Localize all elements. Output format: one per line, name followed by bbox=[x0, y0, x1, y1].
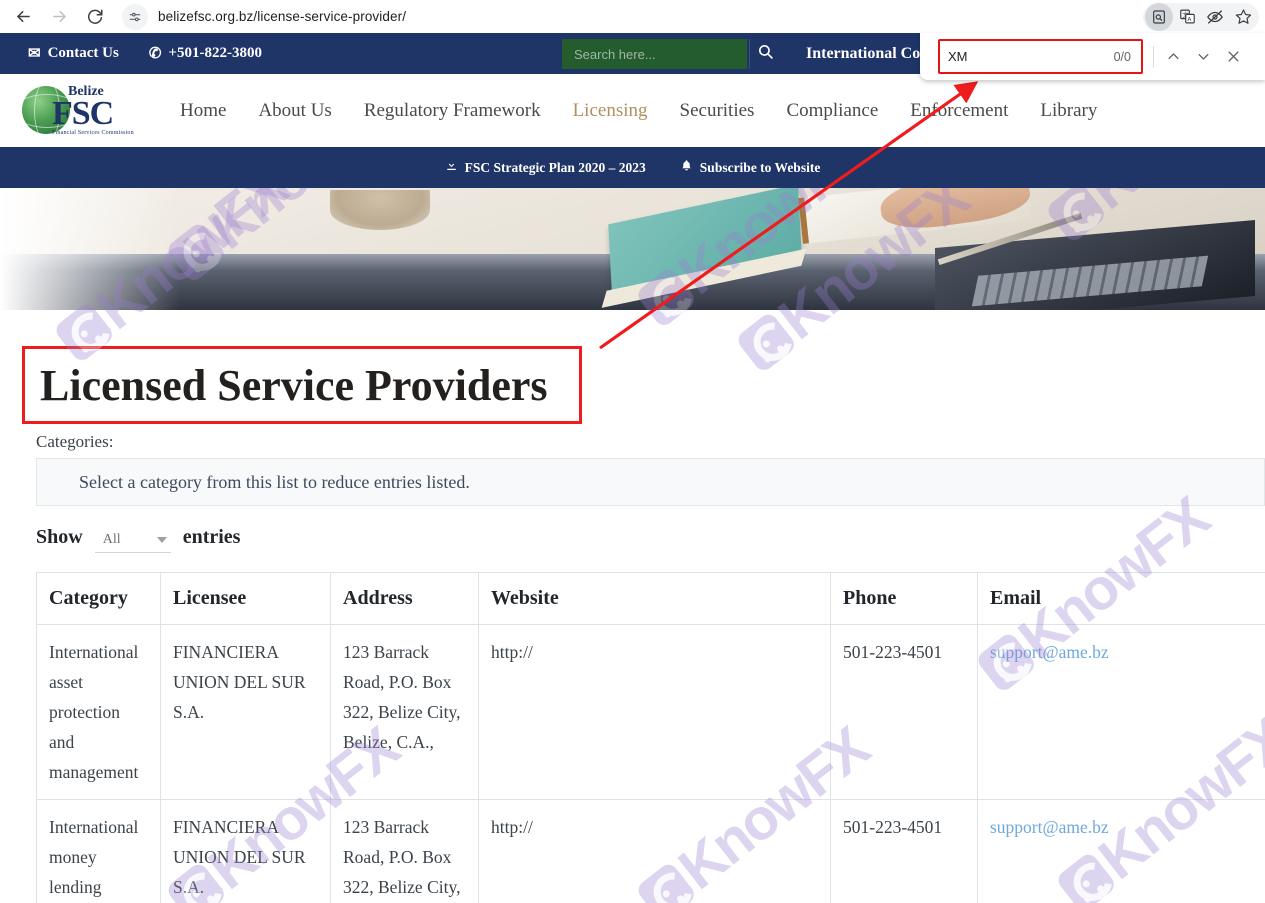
sub-navigation: FSC Strategic Plan 2020 – 2023 Subscribe… bbox=[0, 147, 1265, 188]
site-search-button[interactable] bbox=[749, 39, 780, 69]
hero-image bbox=[0, 188, 1265, 310]
contact-us-link[interactable]: ✉ Contact Us bbox=[28, 44, 119, 63]
page-length-value: All bbox=[102, 532, 121, 547]
chevron-down-icon bbox=[156, 537, 167, 543]
find-in-page-icon[interactable] bbox=[1145, 2, 1173, 31]
table-row: International asset protection and manag… bbox=[36, 624, 1265, 800]
phone-label: +501-822-3800 bbox=[168, 45, 262, 61]
cell-email: support@ame.bz bbox=[977, 799, 1265, 903]
table-header-row: Category Licensee Address Website Phone … bbox=[36, 572, 1265, 625]
nav-item-library[interactable]: Library bbox=[1040, 100, 1097, 122]
page-title: Licensed Service Providers bbox=[40, 360, 548, 410]
cell-website: http:// bbox=[478, 624, 831, 800]
url-text: belizefsc.org.bz/license-service-provide… bbox=[158, 9, 407, 24]
find-divider bbox=[1153, 45, 1154, 68]
email-link[interactable]: support@ame.bz bbox=[990, 642, 1109, 662]
cell-phone: 501-223-4501 bbox=[830, 624, 978, 800]
nav-item-enforcement[interactable]: Enforcement bbox=[910, 100, 1008, 122]
cell-address: 123 Barrack Road, P.O. Box 322, Belize C… bbox=[330, 624, 479, 800]
find-input[interactable] bbox=[948, 49, 1088, 64]
bookmark-star-icon[interactable] bbox=[1229, 3, 1257, 31]
address-bar[interactable]: belizefsc.org.bz/license-service-provide… bbox=[122, 3, 1143, 30]
category-select[interactable]: Select a category from this list to redu… bbox=[36, 458, 1265, 506]
find-next-icon[interactable] bbox=[1188, 42, 1218, 72]
download-icon bbox=[445, 159, 458, 176]
subnav-item-strategic-plan[interactable]: FSC Strategic Plan 2020 – 2023 bbox=[445, 159, 646, 176]
find-previous-icon[interactable] bbox=[1158, 42, 1188, 72]
column-header-licensee[interactable]: Licensee bbox=[160, 572, 331, 625]
column-header-category[interactable]: Category bbox=[36, 572, 161, 625]
column-header-email[interactable]: Email bbox=[977, 572, 1265, 625]
column-header-phone[interactable]: Phone bbox=[830, 572, 978, 625]
cell-category: International money lending business bbox=[36, 799, 161, 903]
browser-window: belizefsc.org.bz/license-service-provide… bbox=[0, 0, 1265, 903]
table-body: International asset protection and manag… bbox=[36, 624, 1265, 903]
nav-item-compliance[interactable]: Compliance bbox=[786, 100, 878, 122]
logo-fsc-text: FSC bbox=[52, 94, 114, 132]
column-header-website[interactable]: Website bbox=[478, 572, 831, 625]
page-title-highlight-box: Licensed Service Providers bbox=[22, 346, 582, 424]
nav-item-list: Home About Us Regulatory Framework Licen… bbox=[180, 100, 1129, 122]
toolbar-icon-group: 文 A bbox=[1143, 2, 1259, 31]
cell-address: 123 Barrack Road, P.O. Box 322, Belize C… bbox=[330, 799, 479, 903]
nav-item-licensing[interactable]: Licensing bbox=[573, 100, 648, 122]
providers-table: Category Licensee Address Website Phone … bbox=[36, 572, 1265, 903]
table-header: Category Licensee Address Website Phone … bbox=[36, 572, 1265, 625]
cell-email: support@ame.bz bbox=[977, 624, 1265, 800]
close-icon[interactable] bbox=[1218, 42, 1248, 72]
phone-icon: ✆ bbox=[148, 46, 162, 62]
contact-us-label: Contact Us bbox=[47, 45, 119, 61]
international-co-link[interactable]: International Co bbox=[806, 33, 920, 74]
bell-icon bbox=[680, 159, 693, 176]
find-input-highlight: 0/0 bbox=[938, 39, 1143, 74]
category-select-placeholder: Select a category from this list to redu… bbox=[79, 471, 470, 492]
hero-banner bbox=[0, 188, 1265, 310]
subnav-label-strategic-plan: FSC Strategic Plan 2020 – 2023 bbox=[464, 159, 646, 175]
cell-licensee: FINANCIERA UNION DEL SUR S.A. bbox=[160, 799, 331, 903]
search-icon bbox=[757, 43, 774, 65]
svg-text:A: A bbox=[1187, 17, 1191, 23]
eye-slash-icon[interactable] bbox=[1201, 3, 1229, 31]
envelope-icon: ✉ bbox=[28, 46, 41, 62]
page-length-select[interactable]: All bbox=[94, 529, 171, 553]
phone-link[interactable]: ✆ +501-822-3800 bbox=[149, 44, 262, 63]
site-settings-icon[interactable] bbox=[122, 3, 148, 30]
fsc-logo[interactable]: Belize FSC Financial Services Commission bbox=[22, 82, 152, 140]
nav-item-securities[interactable]: Securities bbox=[680, 100, 755, 122]
providers-table-wrapper: Category Licensee Address Website Phone … bbox=[36, 572, 1265, 903]
translate-icon[interactable]: 文 A bbox=[1173, 3, 1201, 31]
show-label: Show bbox=[36, 526, 83, 548]
show-entries-control: Show All entries bbox=[36, 526, 240, 553]
find-match-count: 0/0 bbox=[1113, 49, 1131, 64]
subnav-item-subscribe[interactable]: Subscribe to Website bbox=[680, 159, 821, 176]
forward-arrow-icon[interactable] bbox=[44, 2, 74, 32]
cell-phone: 501-223-4501 bbox=[830, 799, 978, 903]
entries-label: entries bbox=[182, 526, 241, 548]
back-arrow-icon[interactable] bbox=[8, 2, 38, 32]
cell-category: International asset protection and manag… bbox=[36, 624, 161, 800]
subnav-label-subscribe: Subscribe to Website bbox=[699, 159, 821, 175]
browser-toolbar: belizefsc.org.bz/license-service-provide… bbox=[0, 0, 1265, 33]
table-row: International money lending business FIN… bbox=[36, 799, 1265, 903]
email-link[interactable]: support@ame.bz bbox=[990, 817, 1109, 837]
main-navigation: Belize FSC Financial Services Commission… bbox=[0, 74, 1265, 147]
column-header-address[interactable]: Address bbox=[330, 572, 479, 625]
site-search-input[interactable] bbox=[562, 39, 747, 69]
cell-website: http:// bbox=[478, 799, 831, 903]
logo-tagline: Financial Services Commission bbox=[52, 129, 134, 136]
nav-item-about-us[interactable]: About Us bbox=[258, 100, 331, 122]
reload-icon[interactable] bbox=[80, 2, 110, 32]
find-bar: 0/0 bbox=[920, 33, 1265, 80]
cell-licensee: FINANCIERA UNION DEL SUR S.A. bbox=[160, 624, 331, 800]
nav-item-home[interactable]: Home bbox=[180, 100, 226, 122]
nav-item-regulatory-framework[interactable]: Regulatory Framework bbox=[364, 100, 541, 122]
categories-label: Categories: bbox=[36, 432, 114, 451]
